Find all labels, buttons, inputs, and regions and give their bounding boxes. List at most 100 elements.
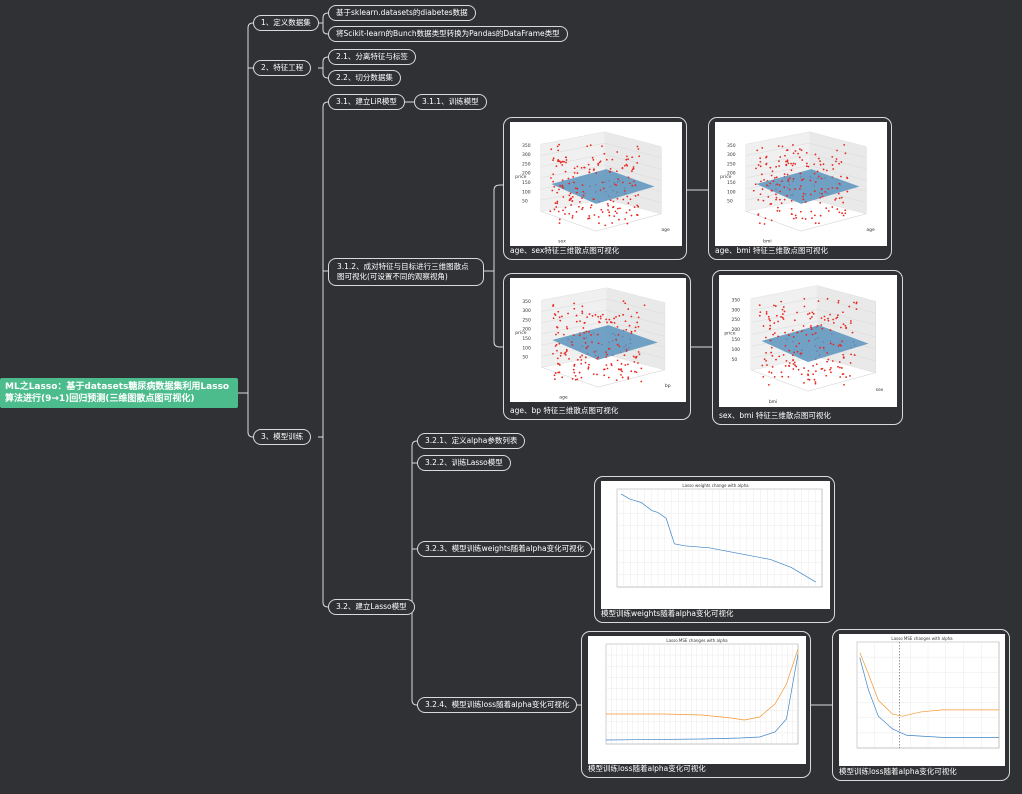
card-age-sex-3d[interactable]: 350 300 250 200 150 100 50 price sex age age、sex特… — [503, 117, 687, 260]
scatter-point — [842, 201, 845, 204]
scatter-point — [754, 183, 757, 186]
node-loss-vs-alpha[interactable]: 3.2.4、模型训练loss随着alpha变化可视化 — [417, 697, 578, 713]
scatter-point — [832, 343, 835, 346]
scatter-point — [589, 144, 592, 147]
scatter-point — [796, 331, 799, 334]
node-bunch-to-dataframe[interactable]: 将Scikit-learn的Bunch数据类型转换为Pandas的DataFra… — [328, 26, 568, 42]
scatter-point — [633, 370, 636, 373]
scatter-point — [792, 144, 794, 146]
scatter-point — [842, 214, 845, 217]
scatter-point — [784, 331, 786, 334]
scatter-point — [598, 320, 600, 323]
loss-line-chart-2: Lasso MSE changes with alpha — [856, 636, 1000, 749]
node-build-lir[interactable]: 3.1、建立LiR模型 — [328, 94, 405, 110]
scatter-point — [608, 214, 611, 217]
scatter-point — [845, 376, 848, 379]
node-train-model[interactable]: 3.1.1、训练模型 — [414, 94, 487, 110]
node-feature-engineering[interactable]: 2、特征工程 — [253, 60, 312, 76]
scatter-point — [611, 158, 614, 161]
scatter-point — [615, 338, 618, 341]
scatter-point — [557, 310, 560, 313]
node-split-dataset[interactable]: 2.2、切分数据集 — [328, 70, 401, 86]
scatter-point — [784, 365, 787, 367]
scatter-point — [564, 353, 567, 356]
scatter-point — [841, 367, 843, 369]
card-loss-alpha-2[interactable]: Lasso MSE changes with alpha 模型训练loss随着a… — [832, 629, 1010, 781]
card-age-bp-3d[interactable]: 350 300 250 200 150 100 50 price age bp age、bp 特征… — [503, 273, 691, 420]
scatter-point — [801, 195, 804, 198]
scatter-point — [590, 204, 593, 207]
node-split-features-labels[interactable]: 2.1、分离特征与标签 — [328, 49, 416, 65]
card-age-bmi-3d[interactable]: 350 300 250 200 150 100 50 price bmi age age、bmi … — [708, 117, 892, 260]
scatter-point — [835, 197, 837, 200]
z-tick-label: 300 — [522, 308, 531, 314]
scatter-point — [841, 212, 843, 215]
scatter-point — [626, 363, 629, 366]
scatter-point — [626, 164, 629, 167]
scatter-point — [837, 299, 840, 302]
card-loss-alpha-1[interactable]: Lasso MSE changes with alpha 模型训练loss随着a… — [581, 631, 811, 778]
scatter-point — [822, 346, 825, 349]
scatter-point — [843, 143, 846, 146]
scatter-point — [604, 224, 607, 227]
scatter3d-plot: 35030025020015010050pricebmisex — [724, 285, 884, 405]
scatter-point — [614, 183, 616, 186]
scatter-point — [773, 176, 776, 179]
scatter-point — [619, 207, 621, 210]
scatter-point — [846, 177, 849, 180]
scatter-point — [601, 313, 604, 316]
card-sex-bmi-3d[interactable]: 350 300 250 200 150 100 50 price bmi sex sex、bmi … — [712, 270, 903, 425]
scatter-point — [802, 198, 805, 201]
scatter-point — [588, 215, 591, 217]
node-weights-vs-alpha[interactable]: 3.2.3、模型训练weights随着alpha变化可视化 — [417, 541, 593, 557]
node-model-training[interactable]: 3、模型训练 — [253, 429, 312, 445]
scatter-point — [790, 207, 793, 210]
scatter-point — [842, 356, 845, 358]
scatter-point — [625, 348, 628, 351]
scatter-point — [588, 171, 591, 174]
scatter-point — [814, 381, 817, 383]
node-sklearn-diabetes[interactable]: 基于sklearn.datasets的diabetes数据 — [328, 5, 476, 21]
node-train-lasso[interactable]: 3.2.2、训练Lasso模型 — [417, 455, 511, 471]
scatter-point — [820, 324, 823, 326]
scatter-point — [567, 312, 569, 315]
scatter-point — [782, 353, 785, 356]
scatter-point — [802, 325, 805, 327]
scatter-point — [617, 178, 619, 181]
scatter-point — [792, 178, 795, 180]
scatter-point — [801, 217, 804, 220]
scatter-point — [568, 212, 571, 215]
scatter-point — [762, 376, 765, 378]
scatter-point — [581, 305, 584, 308]
scatter-point — [634, 326, 637, 329]
root-topic[interactable]: ML之Lasso：基于datasets糖尿病数据集利用Lasso算法进行(9→1… — [0, 378, 238, 408]
z-tick-label: 100 — [522, 189, 531, 195]
scatter-point — [766, 364, 768, 366]
scatter-point — [615, 316, 617, 318]
scatter-point — [783, 173, 786, 176]
card-weights-alpha[interactable]: Lasso weights change with alpha 模型训练weig… — [594, 476, 835, 623]
scatter-point — [769, 319, 772, 322]
scatter-point — [787, 334, 790, 337]
scatter-point — [610, 364, 613, 367]
scatter-point — [625, 158, 628, 161]
scatter-point — [635, 371, 638, 374]
scatter-point — [814, 370, 817, 373]
scatter-point — [620, 362, 623, 365]
node-define-dataset[interactable]: 1、定义数据集 — [253, 15, 319, 31]
scatter3d-plot: 35030025020015010050priceagebp — [515, 287, 671, 400]
scatter-point — [765, 162, 768, 165]
scatter-point — [840, 175, 842, 178]
node-3d-scatter-visualization[interactable]: 3.1.2、成对特征与目标进行三维图散点图可视化(可设置不同的观察视角) — [328, 258, 484, 286]
z-tick-label: 250 — [522, 317, 531, 323]
scatter-point — [588, 217, 591, 220]
scatter-point — [565, 325, 568, 328]
node-alpha-list[interactable]: 3.2.1、定义alpha参数列表 — [417, 433, 526, 449]
scatter-point — [844, 324, 847, 327]
scatter-point — [612, 206, 614, 209]
scatter3d-image: 350 300 250 200 150 100 50 price bmi age — [715, 122, 887, 246]
scatter-point — [628, 182, 631, 185]
node-build-lasso[interactable]: 3.2、建立Lasso模型 — [328, 599, 415, 615]
z-tick-label: 350 — [522, 299, 531, 305]
scatter-point — [568, 357, 570, 360]
